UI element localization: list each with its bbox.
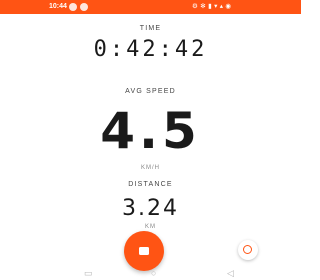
distance-value: 3.24 (122, 196, 179, 221)
back-icon[interactable]: ◁ (227, 268, 234, 278)
time-value: 0:42:42 (93, 37, 208, 62)
avg-speed-label: AVG SPEED (125, 88, 176, 95)
location-button[interactable] (238, 240, 258, 260)
stop-button[interactable] (124, 231, 164, 271)
status-icons: ⚙ ✻ ▮ ▾ ▴ ◉ (192, 3, 232, 10)
location-icon (243, 245, 252, 254)
recents-icon[interactable]: ▭ (84, 268, 93, 278)
speed-unit: KM/H (141, 165, 160, 171)
distance-unit: KM (145, 224, 156, 230)
time-label: TIME (139, 25, 162, 32)
stop-icon (139, 247, 149, 255)
avg-speed-value: 4.5 (100, 102, 201, 160)
notification-icon-2 (80, 3, 88, 11)
distance-label: DISTANCE (128, 181, 173, 188)
status-bar: 10:44 ⚙ ✻ ▮ ▾ ▴ ◉ (0, 0, 301, 14)
status-time: 10:44 (49, 3, 67, 10)
home-icon[interactable]: ○ (151, 268, 156, 278)
notification-icon (69, 3, 77, 11)
